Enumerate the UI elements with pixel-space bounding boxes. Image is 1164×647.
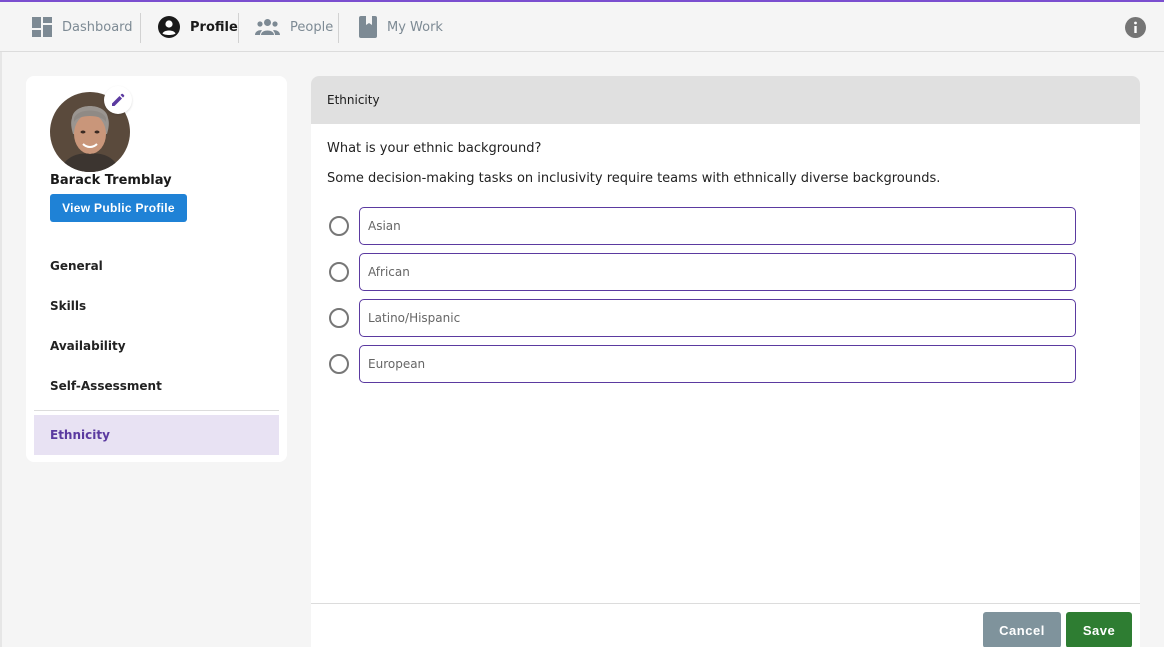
nav-dashboard[interactable]: Dashboard [32, 2, 133, 52]
sidebar-item-ethnicity[interactable]: Ethnicity [34, 415, 279, 455]
sidebar-item-label: Skills [50, 299, 87, 313]
nav-my-work[interactable]: My Work [359, 2, 443, 52]
nav-people[interactable]: People [255, 2, 333, 52]
radio-button[interactable] [329, 354, 349, 374]
footer-divider [311, 603, 1140, 604]
user-name: Barack Tremblay [50, 173, 172, 188]
sidebar-divider [34, 410, 279, 411]
sidebar-item-label: Availability [50, 339, 126, 353]
book-icon [359, 16, 377, 38]
sidebar-item-label: Ethnicity [50, 428, 110, 442]
cancel-button[interactable]: Cancel [983, 612, 1061, 647]
edit-avatar-button[interactable] [104, 86, 132, 114]
option-label: African [368, 265, 410, 279]
account-circle-icon [158, 16, 180, 38]
view-public-profile-button[interactable]: View Public Profile [50, 194, 187, 222]
option-label: Asian [368, 219, 401, 233]
nav-divider [238, 13, 239, 43]
dashboard-icon [32, 17, 52, 37]
radio-button[interactable] [329, 308, 349, 328]
option-latino-hispanic[interactable]: Latino/Hispanic [327, 299, 1077, 337]
ethnicity-card: Ethnicity What is your ethnic background… [311, 76, 1140, 647]
option-asian[interactable]: Asian [327, 207, 1077, 245]
option-label: European [368, 357, 426, 371]
pencil-icon [112, 93, 125, 106]
sidebar-item-availability[interactable]: Availability [34, 326, 279, 366]
nav-profile-label: Profile [190, 19, 238, 35]
option-african[interactable]: African [327, 253, 1077, 291]
option-label: Latino/Hispanic [368, 311, 461, 325]
sidebar-item-skills[interactable]: Skills [34, 286, 279, 326]
sidebar-item-self-assessment[interactable]: Self-Assessment [34, 366, 279, 406]
nav-people-label: People [290, 19, 334, 35]
option-european[interactable]: European [327, 345, 1077, 383]
card-title: Ethnicity [327, 93, 380, 107]
radio-button[interactable] [329, 262, 349, 282]
sidebar-item-label: Self-Assessment [50, 379, 162, 393]
option-field[interactable]: African [359, 253, 1076, 291]
profile-sidebar-card: Barack Tremblay View Public Profile Gene… [26, 76, 287, 462]
radio-button[interactable] [329, 216, 349, 236]
nav-divider [140, 13, 141, 43]
sidebar-item-label: General [50, 259, 103, 273]
window-edge [0, 52, 2, 647]
info-icon[interactable] [1125, 17, 1146, 38]
sidebar-item-general[interactable]: General [34, 246, 279, 286]
nav-profile[interactable]: Profile [158, 2, 238, 52]
card-header: Ethnicity [311, 76, 1140, 124]
question-text: What is your ethnic background? [327, 141, 542, 156]
top-navigation-bar: Dashboard Profile People My Work [0, 0, 1164, 52]
option-field[interactable]: Asian [359, 207, 1076, 245]
option-field[interactable]: Latino/Hispanic [359, 299, 1076, 337]
nav-divider [338, 13, 339, 43]
nav-dashboard-label: Dashboard [62, 19, 133, 35]
people-icon [255, 19, 280, 35]
nav-my-work-label: My Work [387, 19, 443, 35]
option-field[interactable]: European [359, 345, 1076, 383]
description-text: Some decision-making tasks on inclusivit… [327, 171, 941, 186]
save-button[interactable]: Save [1066, 612, 1132, 647]
